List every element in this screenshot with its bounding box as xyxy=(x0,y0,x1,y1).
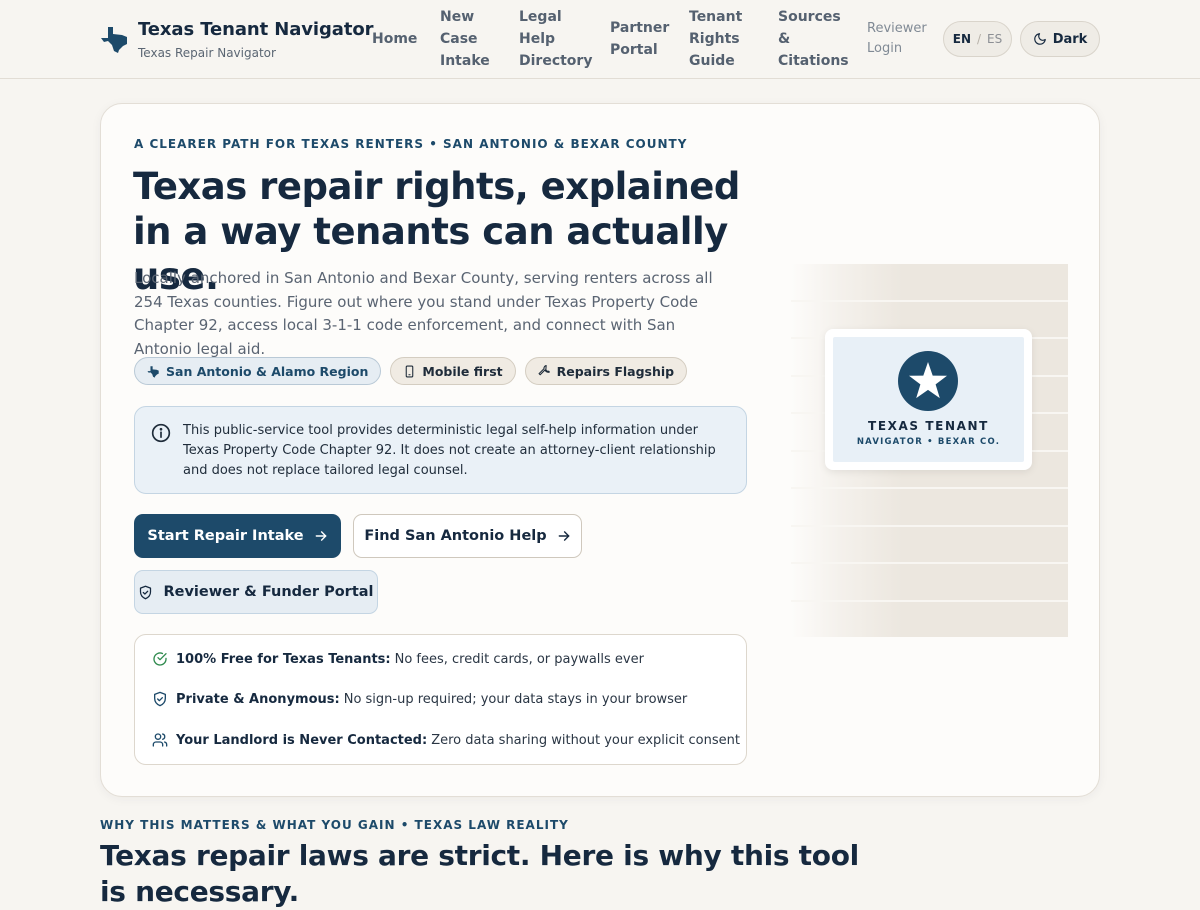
hero-chips: San Antonio & Alamo Region Mobile first … xyxy=(134,357,696,385)
language-toggle: EN / ES xyxy=(943,21,1012,57)
texas-state-icon xyxy=(147,365,159,378)
hero-card: A CLEARER PATH FOR TEXAS RENTERS • SAN A… xyxy=(100,103,1100,797)
nav-partner-portal[interactable]: Partner Portal xyxy=(610,6,669,72)
nav-label-line: Guide xyxy=(689,53,735,69)
nav-label-line: Reviewer xyxy=(867,21,927,36)
feature-text: No sign-up required; your data stays in … xyxy=(343,691,688,707)
nav-label-line: Login xyxy=(867,41,903,56)
feature-text: Zero data sharing without your explicit … xyxy=(431,732,740,748)
hero-eyebrow: A CLEARER PATH FOR TEXAS RENTERS • SAN A… xyxy=(134,137,688,151)
chip-label: Mobile first xyxy=(422,363,503,379)
section-eyebrow: WHY THIS MATTERS & WHAT YOU GAIN • TEXAS… xyxy=(100,818,569,832)
reviewer-funder-portal-button[interactable]: Reviewer & Funder Portal xyxy=(134,570,378,614)
wrench-icon xyxy=(538,364,550,375)
nav-label-line: Intake xyxy=(440,53,490,69)
portal-label: Reviewer & Funder Portal xyxy=(163,584,374,600)
nav-label-line: Case xyxy=(440,31,478,47)
moon-icon xyxy=(1033,33,1046,45)
siding-line xyxy=(791,300,1068,302)
lang-separator: / xyxy=(977,32,982,46)
nav-label-line: New xyxy=(440,9,475,25)
nav-label-line: Sources xyxy=(778,9,841,25)
chip-mobile: Mobile first xyxy=(390,357,516,385)
dark-mode-button[interactable]: Dark xyxy=(1020,21,1100,57)
brand[interactable]: Texas Tenant Navigator Texas Repair Navi… xyxy=(100,18,373,64)
star-seal-icon xyxy=(898,351,958,411)
feature-item: Private & Anonymous: No sign-up required… xyxy=(152,691,687,707)
siding-line xyxy=(791,600,1068,602)
nav-label-line: Rights xyxy=(689,31,740,47)
lang-es-option[interactable]: ES xyxy=(987,32,1002,46)
navigator-badge: TEXAS TENANT NAVIGATOR • BEXAR CO. xyxy=(825,329,1032,470)
nav-home[interactable]: Home xyxy=(372,6,417,72)
arrow-right-icon xyxy=(315,531,326,541)
chip-label: San Antonio & Alamo Region xyxy=(166,363,369,379)
site-header: Texas Tenant Navigator Texas Repair Navi… xyxy=(0,0,1200,79)
section-title: Texas repair laws are strict. Here is wh… xyxy=(100,839,859,908)
lang-en-option[interactable]: EN xyxy=(953,32,971,46)
chip-region: San Antonio & Alamo Region xyxy=(134,357,382,385)
start-repair-intake-label: Start Repair Intake xyxy=(147,528,304,544)
badge-subtitle: NAVIGATOR • BEXAR CO. xyxy=(856,437,1001,447)
hero-description: Locally anchored in San Antonio and Bexa… xyxy=(134,269,713,358)
nav-sources-citations[interactable]: Sources & Citations xyxy=(778,6,849,72)
feature-item: Your Landlord is Never Contacted: Zero d… xyxy=(152,732,740,748)
feature-bold: Private & Anonymous: xyxy=(176,691,340,707)
dark-mode-label: Dark xyxy=(1052,31,1088,47)
nav-label-line: Help xyxy=(519,31,556,47)
feature-bold: Your Landlord is Never Contacted: xyxy=(176,732,428,748)
feature-list: 100% Free for Texas Tenants: No fees, cr… xyxy=(134,634,747,765)
hero-illustration: TEXAS TENANT NAVIGATOR • BEXAR CO. xyxy=(791,264,1068,637)
feature-bold: 100% Free for Texas Tenants: xyxy=(176,651,391,667)
nav-label-line: Portal xyxy=(610,42,658,58)
nav-label-line: Directory xyxy=(519,53,593,69)
phone-icon xyxy=(406,365,414,377)
nav-reviewer-login[interactable]: Reviewer Login xyxy=(867,6,927,72)
arrow-right-icon xyxy=(558,531,570,541)
nav-label-line: Tenant xyxy=(689,9,743,25)
nav-label-line: Partner xyxy=(610,20,670,36)
shield-check-icon xyxy=(140,585,152,599)
check-circle-icon xyxy=(153,652,167,666)
badge-inner: TEXAS TENANT NAVIGATOR • BEXAR CO. xyxy=(833,337,1024,462)
legal-disclaimer-notice: This public-service tool provides determ… xyxy=(134,406,747,494)
nav-new-case-intake[interactable]: New Case Intake xyxy=(440,6,490,72)
siding-line xyxy=(791,525,1068,527)
feature-item: 100% Free for Texas Tenants: No fees, cr… xyxy=(152,651,644,667)
info-icon xyxy=(151,423,171,443)
find-san-antonio-help-button[interactable]: Find San Antonio Help xyxy=(353,514,582,558)
nav-label-line: & xyxy=(778,31,791,47)
nav-home-label: Home xyxy=(372,31,418,47)
chip-label: Repairs Flagship xyxy=(556,363,675,379)
brand-title: Texas Tenant Navigator xyxy=(138,19,374,40)
find-help-label: Find San Antonio Help xyxy=(364,528,547,544)
brand-subtitle: Texas Repair Navigator xyxy=(138,46,276,60)
nav-label-line: Citations xyxy=(778,53,849,69)
start-repair-intake-button[interactable]: Start Repair Intake xyxy=(134,514,341,558)
notice-text: This public-service tool provides determ… xyxy=(183,423,716,478)
users-icon xyxy=(152,733,168,747)
siding-line xyxy=(791,562,1068,564)
nav-tenant-rights-guide[interactable]: Tenant Rights Guide xyxy=(689,6,742,72)
shield-check-icon xyxy=(154,691,166,707)
texas-state-icon xyxy=(101,27,127,53)
nav-label-line: Legal xyxy=(519,9,562,25)
feature-text: No fees, credit cards, or paywalls ever xyxy=(394,651,644,667)
nav-legal-help-directory[interactable]: Legal Help Directory xyxy=(519,6,592,72)
badge-title: TEXAS TENANT xyxy=(868,419,989,433)
chip-repairs: Repairs Flagship xyxy=(524,357,688,385)
siding-line xyxy=(791,487,1068,489)
